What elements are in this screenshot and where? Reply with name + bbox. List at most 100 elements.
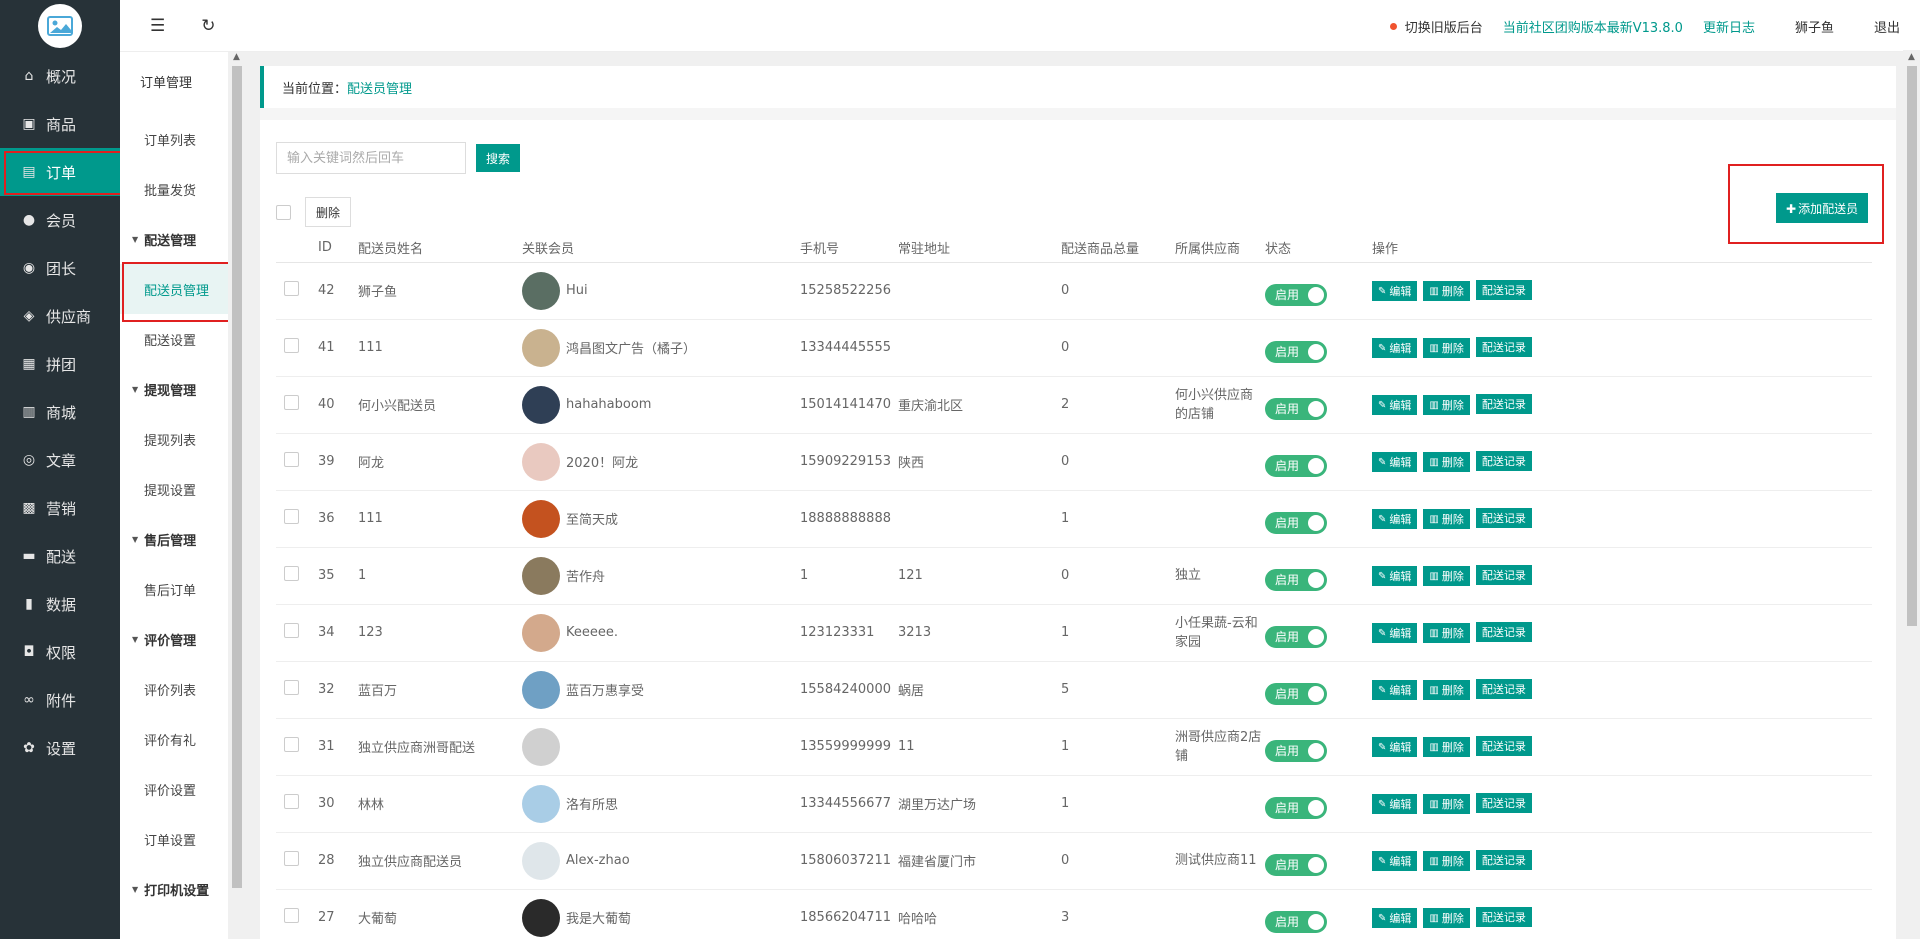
edit-button[interactable]: ✎ 编辑 [1372,509,1418,530]
nav-item-11[interactable]: ▮ 数据 [0,580,120,628]
delete-button[interactable]: ▥ 删除 [1423,623,1470,644]
nav-item-3[interactable]: ● 会员 [0,196,120,244]
sub-sidebar-scrollbar[interactable]: ▲ [228,50,245,939]
status-toggle[interactable]: 启用 [1265,454,1327,477]
subnav-group-5[interactable]: ▼ 提现管理 [120,364,228,414]
delivery-record-button[interactable]: 配送记录 [1475,792,1532,813]
status-toggle[interactable]: 启用 [1265,910,1327,933]
delete-button[interactable]: ▥ 删除 [1423,566,1470,587]
logout-link[interactable]: 退出 [1874,17,1900,36]
row-checkbox[interactable] [284,566,299,581]
row-checkbox[interactable] [284,509,299,524]
delivery-record-button[interactable]: 配送记录 [1475,279,1532,300]
delete-button[interactable]: ▥ 删除 [1423,452,1470,473]
edit-button[interactable]: ✎ 编辑 [1372,737,1418,758]
row-checkbox[interactable] [284,908,299,923]
logo[interactable] [38,4,82,48]
scroll-up-arrow-icon[interactable]: ▲ [228,50,245,64]
scroll-up-arrow-icon[interactable]: ▲ [1903,50,1920,64]
row-checkbox[interactable] [284,794,299,809]
status-toggle[interactable]: 启用 [1265,397,1327,420]
row-checkbox[interactable] [284,452,299,467]
status-toggle[interactable]: 启用 [1265,568,1327,591]
subnav-item-11[interactable]: 评价列表 [120,664,228,714]
delivery-record-button[interactable]: 配送记录 [1475,336,1532,357]
subnav-item-12[interactable]: 评价有礼 [120,714,228,764]
nav-item-8[interactable]: ◎ 文章 [0,436,120,484]
row-checkbox[interactable] [284,338,299,353]
status-toggle[interactable]: 启用 [1265,283,1327,306]
subnav-group-8[interactable]: ▼ 售后管理 [120,514,228,564]
delivery-record-button[interactable]: 配送记录 [1475,507,1532,528]
delivery-record-button[interactable]: 配送记录 [1475,450,1532,471]
subnav-item-7[interactable]: 提现设置 [120,464,228,514]
delivery-record-button[interactable]: 配送记录 [1475,621,1532,642]
row-checkbox[interactable] [284,737,299,752]
edit-button[interactable]: ✎ 编辑 [1372,680,1418,701]
edit-button[interactable]: ✎ 编辑 [1372,281,1418,302]
delivery-record-button[interactable]: 配送记录 [1475,678,1532,699]
edit-button[interactable]: ✎ 编辑 [1372,452,1418,473]
subnav-group-10[interactable]: ▼ 评价管理 [120,614,228,664]
nav-item-6[interactable]: ▦ 拼团 [0,340,120,388]
delivery-record-button[interactable]: 配送记录 [1475,849,1532,870]
subnav-item-9[interactable]: 售后订单 [120,564,228,614]
edit-button[interactable]: ✎ 编辑 [1372,395,1418,416]
main-scrollbar[interactable]: ▲ [1903,50,1920,939]
delete-button[interactable]: ▥ 删除 [1423,680,1470,701]
delete-button[interactable]: ▥ 删除 [1423,395,1470,416]
add-courier-button[interactable]: ✚ 添加配送员 [1776,193,1869,223]
row-checkbox[interactable] [284,281,299,296]
nav-item-14[interactable]: ✿ 设置 [0,724,120,772]
nav-item-4[interactable]: ◉ 团长 [0,244,120,292]
switch-old-link[interactable]: 切换旧版后台 [1405,17,1483,36]
status-toggle[interactable]: 启用 [1265,853,1327,876]
edit-button[interactable]: ✎ 编辑 [1372,794,1418,815]
subnav-item-6[interactable]: 提现列表 [120,414,228,464]
changelog-link[interactable]: 更新日志 [1703,17,1755,36]
nav-item-2[interactable]: ▤ 订单 [0,148,122,196]
breadcrumb-current[interactable]: 配送员管理 [347,78,412,97]
nav-item-0[interactable]: ⌂ 概况 [0,52,120,100]
username[interactable]: 狮子鱼 [1795,17,1834,36]
status-toggle[interactable]: 启用 [1265,796,1327,819]
edit-button[interactable]: ✎ 编辑 [1372,566,1418,587]
subnav-group-2[interactable]: ▼ 配送管理 [120,214,228,264]
subnav-item-14[interactable]: 订单设置 [120,814,228,864]
nav-item-5[interactable]: ◈ 供应商 [0,292,120,340]
delete-button[interactable]: ▥ 删除 [1423,281,1470,302]
bulk-delete-button[interactable]: 删除 [305,197,352,227]
edit-button[interactable]: ✎ 编辑 [1372,851,1418,872]
delete-button[interactable]: ▥ 删除 [1423,737,1470,758]
nav-item-12[interactable]: ◘ 权限 [0,628,120,676]
delete-button[interactable]: ▥ 删除 [1423,509,1470,530]
row-checkbox[interactable] [284,680,299,695]
scroll-thumb[interactable] [232,66,242,888]
subnav-item-13[interactable]: 评价设置 [120,764,228,814]
nav-item-13[interactable]: ∞ 附件 [0,676,120,724]
refresh-icon[interactable]: ↻ [201,16,215,36]
menu-collapse-icon[interactable]: ☰ [150,16,165,36]
subnav-item-1[interactable]: 批量发货 [120,164,228,214]
scroll-thumb[interactable] [1907,66,1917,626]
edit-button[interactable]: ✎ 编辑 [1372,338,1418,359]
delivery-record-button[interactable]: 配送记录 [1475,393,1532,414]
search-input[interactable] [276,142,466,174]
nav-item-1[interactable]: ▣ 商品 [0,100,120,148]
delete-button[interactable]: ▥ 删除 [1423,794,1470,815]
nav-item-7[interactable]: ▥ 商城 [0,388,120,436]
row-checkbox[interactable] [284,395,299,410]
delivery-record-button[interactable]: 配送记录 [1475,564,1532,585]
subnav-item-3[interactable]: 配送员管理 [120,262,228,322]
delete-button[interactable]: ▥ 删除 [1423,338,1470,359]
status-toggle[interactable]: 启用 [1265,340,1327,363]
status-toggle[interactable]: 启用 [1265,625,1327,648]
edit-button[interactable]: ✎ 编辑 [1372,623,1418,644]
subnav-item-4[interactable]: 配送设置 [120,314,228,364]
status-toggle[interactable]: 启用 [1265,682,1327,705]
status-toggle[interactable]: 启用 [1265,511,1327,534]
select-all-checkbox[interactable] [276,204,291,220]
delivery-record-button[interactable]: 配送记录 [1475,906,1532,927]
subnav-group-15[interactable]: ▼ 打印机设置 [120,864,228,914]
edit-button[interactable]: ✎ 编辑 [1372,908,1418,929]
